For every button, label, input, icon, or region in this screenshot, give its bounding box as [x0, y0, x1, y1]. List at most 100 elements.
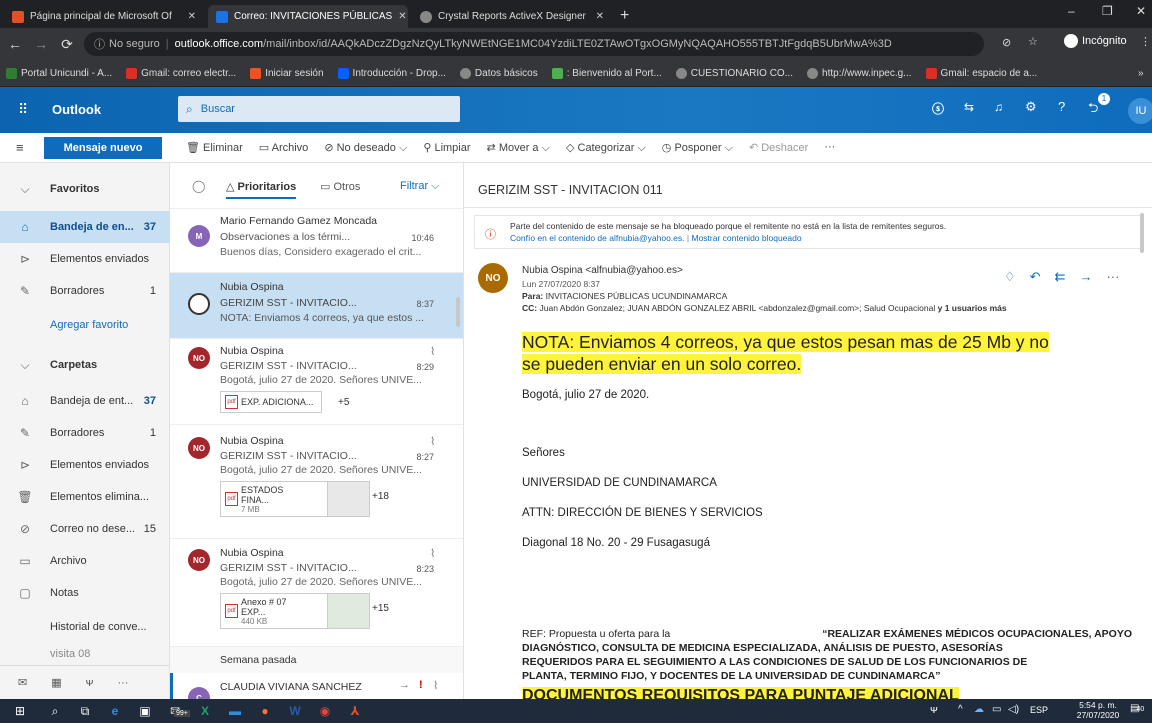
folder-archive[interactable]: ▭ Archivo	[0, 545, 170, 577]
more-apps-icon[interactable]: ···	[117, 677, 128, 689]
clean-button[interactable]: ⚲ Limpiar	[423, 141, 470, 155]
trust-sender-link[interactable]: Confío en el contenido de alfnubia@yahoo…	[510, 233, 685, 243]
language-indicator[interactable]: ESP	[1030, 705, 1048, 715]
app-launcher-icon[interactable]: ⠿	[18, 101, 28, 118]
list-scrollbar[interactable]	[454, 209, 462, 697]
folders-header[interactable]: ⌵ Carpetas	[0, 349, 170, 381]
list-item-selected[interactable]: Nubia Ospina GERIZIM SST - INVITACIO... …	[170, 273, 463, 339]
more-attachments[interactable]: +18	[372, 491, 389, 502]
favorites-header[interactable]: ⌵ Favoritos	[0, 173, 170, 205]
move-button[interactable]: ⇄ Mover a ⌵	[487, 141, 550, 155]
star-icon[interactable]: ☆	[1028, 35, 1038, 48]
people-icon[interactable]: ᴪ	[930, 704, 938, 716]
categorize-button[interactable]: ◇ Categorizar ⌵	[566, 141, 646, 155]
store-icon[interactable]: ▣	[130, 704, 160, 718]
sender-avatar[interactable]: NO	[478, 263, 508, 293]
bookmark-dropbox[interactable]: Introducción - Drop...	[337, 67, 446, 79]
folder-history[interactable]: Historial de conve...	[0, 611, 170, 643]
scrollbar-thumb[interactable]	[1140, 213, 1144, 253]
feedback-icon[interactable]: ⮌	[1088, 99, 1098, 121]
folder-junk[interactable]: ⊘ Correo no dese... 15	[0, 513, 170, 545]
folder-drafts-favorite[interactable]: ✎ Borradores 1	[0, 275, 170, 307]
attachment-chip[interactable]: pdf Anexo # 07 EXP... 440 KB	[220, 593, 370, 629]
more-commands-button[interactable]: ···	[824, 141, 835, 155]
selection-radio[interactable]	[188, 293, 210, 315]
windows-start-icon[interactable]: ⊞	[0, 704, 40, 718]
tab-crystal-reports[interactable]: Crystal Reports ActiveX Designer ✕	[412, 5, 612, 28]
people-icon[interactable]: ᴪ	[86, 677, 94, 689]
bookmark-inpec[interactable]: http://www.inpec.g...	[807, 67, 912, 79]
bookmark-cuestionario[interactable]: CUESTIONARIO CO...	[675, 67, 793, 79]
new-message-button[interactable]: Mensaje nuevo	[44, 137, 162, 159]
clock[interactable]: 5:54 p. m. 27/07/2020	[1074, 700, 1122, 720]
folder-sent[interactable]: ⊳ Elementos enviados	[0, 449, 170, 481]
minimize-icon[interactable]: –	[1068, 4, 1075, 18]
postpone-button[interactable]: ◷ Posponer ⌵	[662, 141, 733, 155]
like-icon[interactable]: ♢	[1004, 269, 1016, 285]
more-attachments[interactable]: +5	[338, 397, 349, 408]
mail-icon[interactable]: ✉	[18, 676, 27, 689]
calendar-icon[interactable]: ▦	[51, 676, 61, 689]
list-item[interactable]: NO Nubia Ospina ⌇ GERIZIM SST - INVITACI…	[170, 425, 463, 539]
avatar[interactable]: IU	[1128, 98, 1152, 124]
task-view-icon[interactable]: ⧉	[70, 704, 100, 719]
cc-more[interactable]: y 1 usuarios más	[938, 303, 1007, 313]
word-icon[interactable]: W	[280, 704, 310, 718]
window-close-icon[interactable]: ✕	[1136, 4, 1146, 18]
forward-icon[interactable]: →	[30, 36, 52, 52]
scrollbar-thumb[interactable]	[456, 297, 460, 327]
list-item[interactable]: C CLAUDIA VIVIANA SANCHEZ → ! ⌇	[170, 673, 463, 699]
undo-button[interactable]: ↶ Deshacer	[749, 141, 808, 155]
folder-sent-favorite[interactable]: ⊳ Elementos enviados	[0, 243, 170, 275]
folder-inbox[interactable]: ⌂ Bandeja de ent... 37	[0, 385, 170, 417]
list-item[interactable]: M Mario Fernando Gamez Moncada Observaci…	[170, 209, 463, 273]
close-icon[interactable]: ✕	[188, 11, 196, 22]
list-item[interactable]: NO Nubia Ospina ⌇ GERIZIM SST - INVITACI…	[170, 339, 463, 425]
tab-focused[interactable]: △ Prioritarios	[226, 180, 297, 199]
close-icon[interactable]: ✕	[398, 11, 406, 22]
sender-name[interactable]: Nubia Ospina <alfnubia@yahoo.es>	[522, 265, 683, 276]
show-blocked-link[interactable]: Mostrar contenido bloqueado	[691, 233, 801, 243]
tab-outlook-mail[interactable]: Correo: INVITACIONES PÚBLICAS ✕	[208, 5, 408, 28]
search-icon[interactable]: ⌕	[40, 704, 70, 719]
delete-button[interactable]: 🗑 Eliminar	[186, 141, 243, 155]
reply-all-icon[interactable]: ⇇	[1055, 269, 1066, 285]
select-all-icon[interactable]: ◯	[192, 179, 205, 193]
attachment-chip[interactable]: pdf ESTADOS FINA... 7 MB	[220, 481, 370, 517]
action-center-icon[interactable]: ▤40	[1130, 703, 1144, 714]
restore-icon[interactable]: ❐	[1102, 4, 1113, 18]
reply-icon[interactable]: ↶	[1030, 269, 1041, 285]
hamburger-icon[interactable]: ≡	[16, 140, 24, 155]
bookmark-datos[interactable]: Datos básicos	[459, 67, 538, 79]
bell-icon[interactable]: ♫	[994, 100, 1003, 114]
close-icon[interactable]: ✕	[596, 11, 604, 22]
add-favorite-link[interactable]: Agregar favorito	[0, 309, 170, 341]
archive-button[interactable]: ▭ Archivo	[259, 141, 309, 155]
chrome-icon[interactable]: ◉	[310, 704, 340, 718]
outlook-brand[interactable]: Outlook	[52, 102, 101, 117]
file-explorer-icon[interactable]: ▬	[220, 704, 250, 718]
tab-microsoft-office[interactable]: Página principal de Microsoft Of ✕	[4, 5, 204, 28]
tab-other[interactable]: ▭ Otros	[320, 180, 360, 193]
incognito-badge[interactable]: Incógnito	[1064, 34, 1127, 48]
tray-arrow-icon[interactable]: ^	[958, 704, 963, 715]
excel-icon[interactable]: X	[190, 704, 220, 718]
attachment-chip[interactable]: pdf EXP. ADICIONA...	[220, 391, 322, 413]
folder-deleted[interactable]: 🗑 Elementos elimina...	[0, 481, 170, 513]
mail-app-icon[interactable]: ✉99+	[160, 704, 190, 718]
url-field[interactable]: ⓘ No seguro | outlook.office.com /mail/i…	[84, 32, 984, 56]
new-tab-button[interactable]: +	[620, 7, 629, 25]
search-input[interactable]: ⌕ Buscar	[178, 96, 460, 122]
more-bookmarks-icon[interactable]: »	[1138, 68, 1144, 79]
edge-icon[interactable]: e	[100, 704, 130, 718]
folder-inbox-favorite[interactable]: ⌂ Bandeja de en... 37	[0, 211, 170, 243]
help-icon[interactable]: ?	[1058, 99, 1065, 114]
skype-icon[interactable]: ⓢ	[932, 100, 944, 117]
bookmark-gmail[interactable]: Gmail: correo electr...	[126, 67, 236, 79]
reload-icon[interactable]: ⟳	[56, 36, 78, 53]
folder-drafts[interactable]: ✎ Borradores 1	[0, 417, 170, 449]
onedrive-icon[interactable]: ☁	[974, 704, 984, 715]
teams-icon[interactable]: ⇆	[964, 100, 974, 114]
menu-icon[interactable]: ⋮	[1140, 35, 1151, 48]
folder-visit[interactable]: visita 08	[0, 643, 170, 665]
